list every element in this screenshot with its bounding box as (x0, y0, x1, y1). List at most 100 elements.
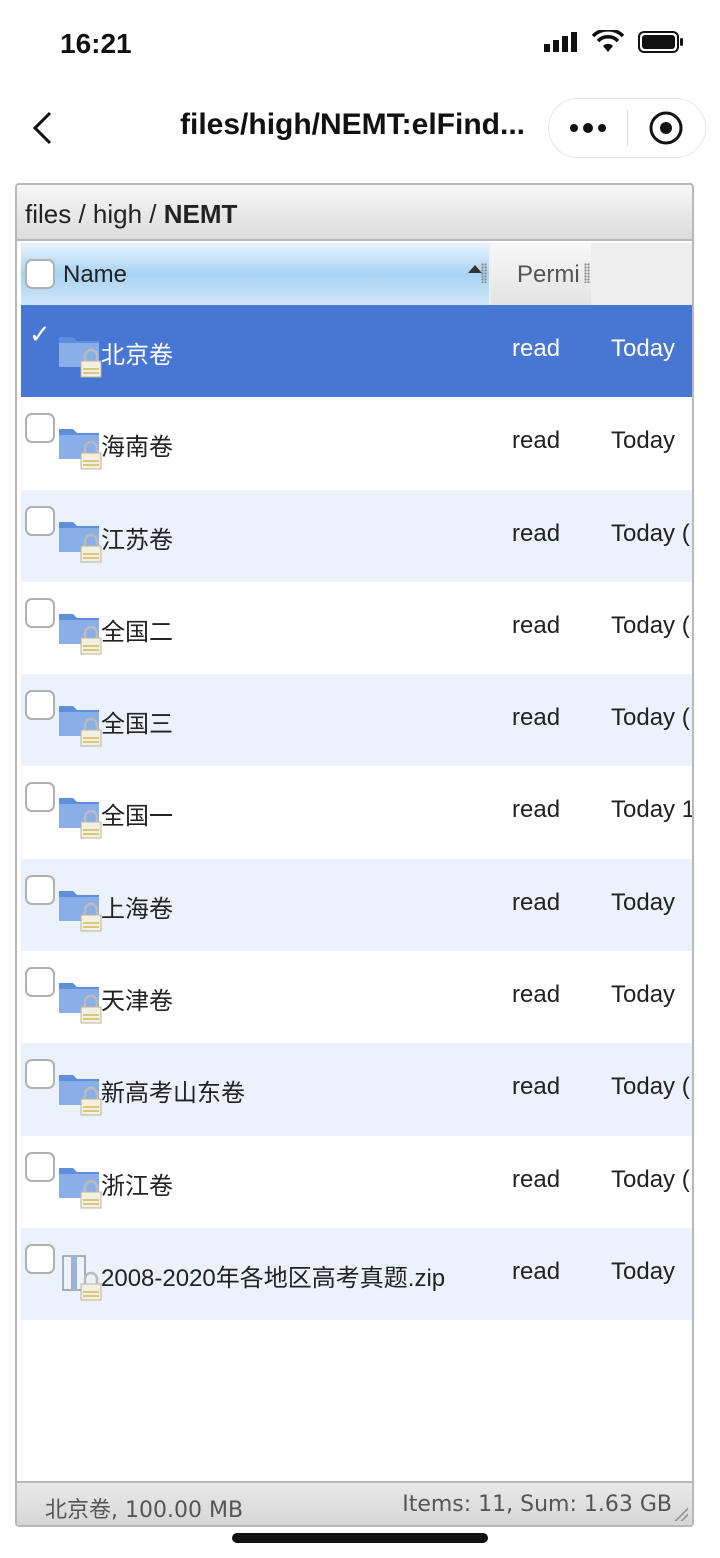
row-checkbox[interactable] (25, 1151, 55, 1182)
column-header-permissions[interactable]: Permi (491, 243, 591, 305)
file-list: Name Permi ✓ 北京卷 read Today 海南卷 read Today 江… (21, 243, 692, 1481)
breadcrumb-item-high[interactable]: high (93, 199, 142, 229)
table-row[interactable]: 天津卷 read Today (21, 951, 692, 1043)
select-all-checkbox[interactable] (25, 259, 55, 289)
file-permissions: read (512, 704, 561, 732)
file-permissions: read (512, 427, 561, 455)
breadcrumb: files / high / NEMT (17, 185, 692, 241)
folder-locked-icon (57, 792, 105, 840)
column-resize-handle[interactable] (584, 263, 590, 283)
file-manager: files / high / NEMT Name Permi ✓ 北京卷 read… (15, 183, 694, 1527)
row-checkbox[interactable] (25, 874, 55, 905)
file-name: 天津卷 (101, 988, 173, 1016)
table-row[interactable]: ✓ 北京卷 read Today (21, 305, 692, 398)
row-checkbox[interactable] (25, 505, 55, 536)
selection-info: 北京卷, 100.00 MB (45, 1498, 244, 1523)
row-checkbox[interactable] (25, 1059, 55, 1090)
folder-locked-icon (57, 1069, 105, 1117)
file-permissions: read (512, 335, 561, 362)
file-permissions: read (512, 1257, 561, 1285)
row-checkbox[interactable] (25, 413, 55, 444)
chevron-left-icon (32, 111, 52, 145)
row-checkbox[interactable] (25, 1243, 55, 1274)
battery-icon (638, 31, 683, 53)
folder-locked-icon (57, 331, 105, 379)
file-modified: Today ( (611, 1073, 690, 1101)
status-footer: 北京卷, 100.00 MB Items: 11, Sum: 1.63 GB (17, 1481, 692, 1525)
cellular-signal-icon (544, 32, 577, 52)
more-dots-icon (569, 123, 606, 133)
breadcrumb-item-files[interactable]: files (25, 199, 71, 229)
file-modified: Today ( (611, 611, 690, 639)
file-name: 全国二 (101, 618, 173, 646)
folder-locked-icon (57, 700, 105, 748)
back-button[interactable] (22, 104, 62, 152)
file-name: 海南卷 (101, 434, 173, 462)
status-icons (544, 30, 684, 54)
table-row[interactable]: 全国一 read Today 1 (21, 766, 692, 858)
folder-locked-icon (57, 977, 105, 1025)
file-permissions: read (512, 796, 561, 824)
row-checkbox[interactable] (25, 597, 55, 628)
column-header-name[interactable]: Name (21, 243, 489, 305)
table-row[interactable]: 浙江卷 read Today ( (21, 1136, 692, 1228)
file-permissions: read (512, 1073, 561, 1101)
file-modified: Today (611, 427, 676, 455)
file-name: 上海卷 (101, 895, 173, 923)
home-indicator (232, 1533, 488, 1543)
close-mini-program-button[interactable] (628, 98, 706, 158)
items-summary: Items: 11, Sum: 1.63 GB (402, 1492, 672, 1517)
breadcrumb-separator: / (71, 199, 93, 229)
file-permissions: read (512, 981, 561, 1009)
breadcrumb-separator: / (142, 199, 164, 229)
table-row[interactable]: 上海卷 read Today (21, 858, 692, 952)
row-checkbox[interactable] (25, 782, 55, 813)
page-title: files/high/NEMT:elFind... (180, 108, 525, 141)
table-row[interactable]: 江苏卷 read Today ( (21, 489, 692, 582)
file-name: 浙江卷 (101, 1172, 173, 1200)
file-permissions: read (512, 519, 561, 547)
resize-handle[interactable] (674, 1507, 688, 1521)
wifi-icon (592, 30, 624, 52)
target-close-icon (649, 111, 683, 145)
table-row[interactable]: 海南卷 read Today (21, 397, 692, 489)
file-name: 全国一 (101, 803, 173, 831)
nav-bar: files/high/NEMT:elFind... (0, 90, 720, 166)
file-modified: Today (611, 981, 676, 1009)
folder-locked-icon (57, 423, 105, 471)
file-name: 江苏卷 (101, 526, 173, 554)
column-label-name: Name (63, 261, 128, 288)
mini-program-capsule (548, 98, 706, 158)
column-resize-handle[interactable] (481, 263, 487, 283)
file-rows: ✓ 北京卷 read Today 海南卷 read Today 江苏卷 read Today… (21, 305, 692, 1321)
column-label-permissions: Permi (517, 261, 580, 288)
file-name: 全国三 (101, 711, 173, 739)
file-name: 北京卷 (101, 342, 173, 369)
file-permissions: read (512, 611, 561, 639)
file-modified: Today 1 (611, 796, 692, 824)
file-permissions: read (512, 888, 561, 916)
table-row[interactable]: 全国三 read Today ( (21, 674, 692, 767)
checkbox-checked-icon[interactable]: ✓ (29, 319, 51, 350)
more-button[interactable] (549, 98, 627, 158)
table-row[interactable]: 全国二 read Today ( (21, 582, 692, 674)
table-row[interactable]: 新高考山东卷 read Today ( (21, 1043, 692, 1136)
folder-locked-icon (57, 608, 105, 656)
file-modified: Today (611, 888, 676, 916)
file-modified: Today ( (611, 1165, 690, 1193)
column-header-row: Name Permi (21, 243, 692, 305)
row-checkbox[interactable] (25, 967, 55, 998)
zip-archive-locked-icon (57, 1254, 105, 1302)
folder-locked-icon (57, 885, 105, 933)
file-modified: Today (611, 335, 676, 362)
folder-locked-icon (57, 516, 105, 564)
table-row[interactable]: 2008-2020年各地区高考真题.zip read Today (21, 1227, 692, 1321)
file-modified: Today ( (611, 519, 690, 547)
row-checkbox[interactable] (25, 690, 55, 721)
file-name: 2008-2020年各地区高考真题.zip (101, 1264, 446, 1292)
folder-locked-icon (57, 1162, 105, 1210)
file-permissions: read (512, 1165, 561, 1193)
file-modified: Today ( (611, 704, 690, 732)
file-modified: Today (611, 1257, 676, 1285)
status-bar: 16:21 (0, 0, 720, 90)
